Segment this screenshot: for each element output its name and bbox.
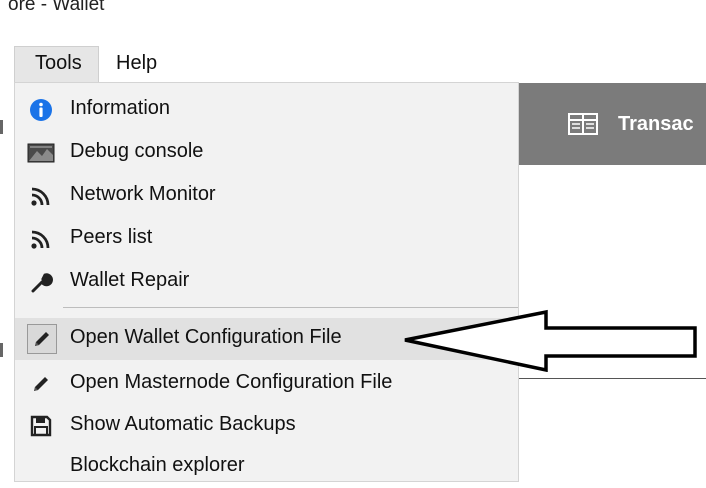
- transactions-icon: [568, 113, 598, 135]
- menu-item-blockchain-explorer[interactable]: Blockchain explorer: [15, 446, 518, 488]
- menu-item-label: Peers list: [70, 226, 153, 248]
- transactions-tab-label: Transac: [618, 113, 694, 135]
- menu-help[interactable]: Help: [116, 52, 157, 75]
- menu-item-label: Wallet Repair: [70, 269, 190, 291]
- window-title: ore - Wallet: [8, 0, 105, 15]
- background-divider: [519, 378, 706, 379]
- console-icon: [27, 140, 55, 166]
- annotation-arrow-icon: [404, 309, 697, 372]
- wrench-icon: [27, 269, 55, 295]
- menu-item-label: Debug console: [70, 140, 204, 162]
- info-icon: [27, 97, 55, 123]
- pencil-icon: [27, 324, 57, 354]
- left-edge-mark: [0, 120, 3, 134]
- left-edge-mark: [0, 343, 3, 357]
- menu-tools[interactable]: Tools: [35, 52, 82, 75]
- menu-item-label: Information: [70, 97, 171, 119]
- menu-item-wallet-repair[interactable]: Wallet Repair: [15, 261, 518, 303]
- menu-item-label: Open Wallet Configuration File: [70, 326, 342, 348]
- floppy-disk-icon: [27, 413, 55, 439]
- menu-item-label: Network Monitor: [70, 183, 216, 205]
- tools-dropdown-menu: Information Debug console Network Monito…: [14, 82, 519, 482]
- menu-item-debug-console[interactable]: Debug console: [15, 132, 518, 174]
- menu-item-label: Show Automatic Backups: [70, 413, 296, 435]
- menu-item-peers-list[interactable]: Peers list: [15, 218, 518, 260]
- peers-icon: [27, 226, 55, 252]
- menu-item-information[interactable]: Information: [15, 89, 518, 131]
- network-icon: [27, 183, 55, 209]
- menu-item-label: Blockchain explorer: [70, 454, 245, 476]
- menu-item-show-automatic-backups[interactable]: Show Automatic Backups: [15, 405, 518, 447]
- pencil-icon: [27, 371, 55, 397]
- menu-item-network-monitor[interactable]: Network Monitor: [15, 175, 518, 217]
- menu-item-label: Open Masternode Configuration File: [70, 371, 393, 393]
